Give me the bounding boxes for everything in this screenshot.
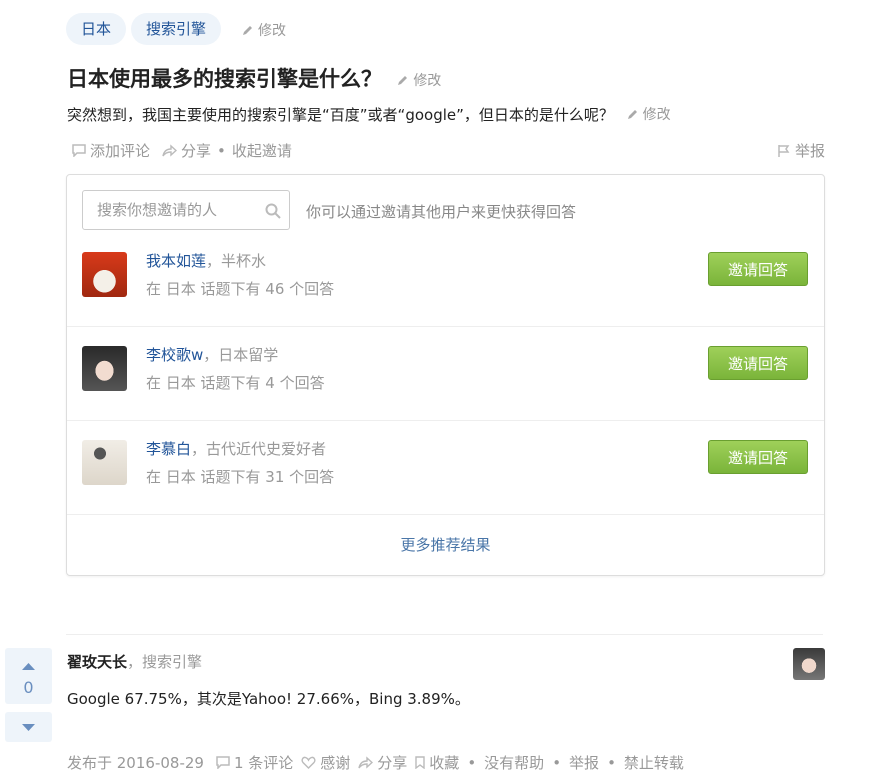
edit-detail-link[interactable]: 修改 [627,104,671,124]
comment-count: 1 条评论 [233,754,294,772]
answer-content: Google 67.75%，其次是Yahoo! 27.66%，Bing 3.89… [67,690,470,708]
person-info: 李校歌w，日本留学 [146,344,278,365]
invite-answer-button[interactable]: 邀请回答 [708,252,808,286]
comment-button[interactable]: 1 条评论 [216,752,293,773]
name-separator: ， [191,440,207,458]
person-info: 李慕白，古代近代史爱好者 [146,438,326,459]
person-stat: 在 日本 话题下有 31 个回答 [146,468,335,486]
flag-icon [778,144,790,157]
author-separator: ， [127,653,143,671]
add-comment-button[interactable]: 添加评论 [72,140,150,161]
report-question-button[interactable]: 举报 [777,140,825,161]
dot-separator: • [607,753,616,772]
dot-separator: • [217,141,226,160]
more-results-link[interactable]: 更多推荐结果 [67,515,824,575]
caret-up-icon [22,663,35,670]
edit-label: 修改 [413,73,442,89]
person-bio: 日本留学 [218,346,279,364]
caret-down-icon [22,724,35,731]
no-repost-label[interactable]: 禁止转载 [624,752,684,773]
not-helpful-button[interactable]: 没有帮助 [484,752,544,773]
bookmark-icon [415,756,425,769]
heart-icon [301,756,316,769]
publish-date[interactable]: 发布于 2016-08-29 [67,752,204,773]
thanks-label: 感谢 [320,754,351,772]
invite-hint: 你可以通过邀请其他用户来更快获得回答 [306,203,577,221]
report-label: 举报 [794,142,825,160]
share-label: 分享 [377,754,408,772]
pencil-icon [243,26,252,35]
collect-label: 收藏 [429,754,460,772]
avatar[interactable] [82,440,127,485]
pencil-icon [627,110,637,119]
edit-label: 修改 [642,107,671,123]
invite-search-input[interactable]: 搜索你想邀请的人 [82,190,290,230]
comment-icon [216,756,230,769]
collapse-invite-button[interactable]: 收起邀请 [232,140,292,161]
avatar[interactable] [82,346,127,391]
person-stat: 在 日本 话题下有 46 个回答 [146,280,335,298]
share-button[interactable]: 分享 [162,140,211,161]
edit-label: 修改 [258,23,286,39]
thanks-button[interactable]: 感谢 [301,752,350,773]
answer-author: 翟玫天长，搜索引擎 [67,651,202,672]
answer-footer: 发布于 2016-08-29 1 条评论 感谢 分享 收藏 • 没有帮助 • 举… [67,752,684,773]
share-icon [358,756,374,769]
invite-row: 李慕白，古代近代史爱好者 在 日本 话题下有 31 个回答 邀请回答 [67,421,824,515]
share-icon [162,144,178,157]
person-name-link[interactable]: 我本如莲 [146,252,206,270]
share-answer-button[interactable]: 分享 [358,752,407,773]
person-info: 我本如莲，半杯水 [146,250,266,271]
tag-japan[interactable]: 日本 [66,13,127,45]
dot-separator: • [552,753,562,772]
vote-count: 0 [23,678,34,697]
search-placeholder: 搜索你想邀请的人 [97,201,218,219]
question-detail-text: 突然想到，我国主要使用的搜索引擎是“百度”或者“google”，但日本的是什么呢… [67,106,614,124]
share-label: 分享 [181,142,212,160]
comment-icon [72,144,86,157]
question-title: 日本使用最多的搜索引擎是什么？ 修改 [67,63,441,93]
dot-separator: • [467,753,477,772]
downvote-button[interactable] [5,712,52,742]
question-title-text: 日本使用最多的搜索引擎是什么？ [67,67,382,91]
invite-answer-button[interactable]: 邀请回答 [708,346,808,380]
answer-divider [66,634,823,635]
invite-row: 我本如莲，半杯水 在 日本 话题下有 46 个回答 邀请回答 [67,233,824,327]
invite-row: 李校歌w，日本留学 在 日本 话题下有 4 个回答 邀请回答 [67,327,824,421]
search-icon [265,203,281,219]
question-detail: 突然想到，我国主要使用的搜索引擎是“百度”或者“google”，但日本的是什么呢… [67,104,671,125]
pencil-icon [398,76,408,85]
edit-tags-link[interactable]: 修改 [242,20,286,40]
invite-panel: 搜索你想邀请的人 你可以通过邀请其他用户来更快获得回答 我本如莲，半杯水 在 日… [66,174,825,576]
author-bio: 搜索引擎 [142,653,203,671]
upvote-button[interactable]: 0 [5,648,52,704]
name-separator: ， [203,346,219,364]
author-avatar[interactable] [793,648,825,680]
add-comment-label: 添加评论 [90,142,151,160]
edit-title-link[interactable]: 修改 [397,70,441,90]
person-bio: 古代近代史爱好者 [206,440,327,458]
tag-search-engine[interactable]: 搜索引擎 [131,13,222,45]
author-name-link[interactable]: 翟玫天长 [67,653,127,671]
collect-button[interactable]: 收藏 [415,752,459,773]
invite-answer-button[interactable]: 邀请回答 [708,440,808,474]
person-stat: 在 日本 话题下有 4 个回答 [146,374,325,392]
name-separator: ， [206,252,222,270]
avatar[interactable] [82,252,127,297]
question-actions: 添加评论 分享 • 收起邀请 [72,140,292,161]
person-name-link[interactable]: 李校歌w [146,346,203,364]
report-answer-button[interactable]: 举报 [569,752,599,773]
person-name-link[interactable]: 李慕白 [146,440,191,458]
person-bio: 半杯水 [221,252,267,270]
